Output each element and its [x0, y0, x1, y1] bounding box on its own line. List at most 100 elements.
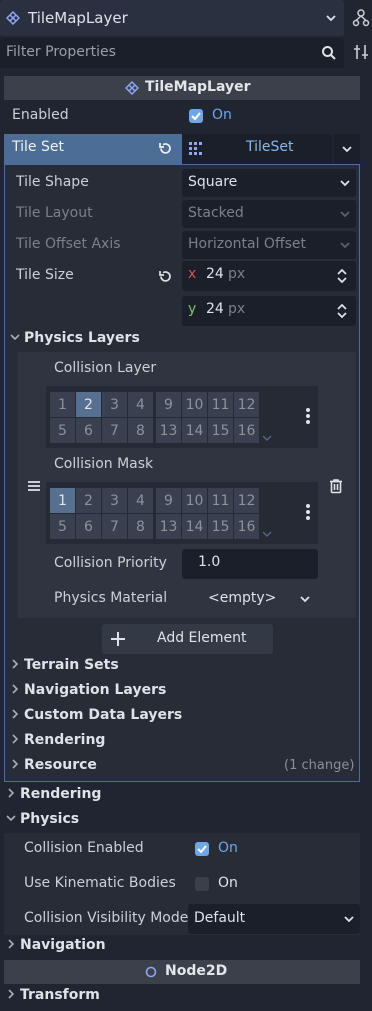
layer-bit[interactable]: 5	[50, 418, 75, 443]
layer-bit[interactable]: 5	[50, 514, 75, 539]
tile-shape-select[interactable]: Square	[182, 169, 356, 197]
layer-bit[interactable]: 4	[128, 488, 153, 513]
enabled-checkbox[interactable]	[189, 109, 203, 123]
chevron-right-icon	[6, 937, 20, 953]
tile-size-y-field[interactable]: y 24 px	[182, 296, 356, 326]
collision-layer-grid-b[interactable]: 9 10 11 12 13 14 15 16	[156, 392, 259, 443]
layer-bit[interactable]: 3	[102, 392, 127, 417]
resource-title: Resource	[24, 757, 97, 773]
terrain-sets-section[interactable]: Terrain Sets	[10, 657, 119, 673]
drag-handle-icon[interactable]	[27, 479, 41, 497]
tile-size-y-value: 24	[206, 301, 224, 317]
tile-size-x-field[interactable]: x 24 px	[182, 261, 356, 291]
tileset-rendering-section[interactable]: Rendering	[10, 732, 105, 748]
navigation-layers-section[interactable]: Navigation Layers	[10, 682, 166, 698]
layer-bit[interactable]: 15	[208, 418, 233, 443]
layer-bit[interactable]: 14	[182, 418, 207, 443]
physics-layers-section[interactable]: Physics Layers	[10, 330, 140, 346]
tile-shape-value: Square	[188, 174, 238, 190]
transform-section[interactable]: Transform	[6, 987, 100, 1003]
tileset-resource-picker[interactable]: TileSet	[182, 134, 332, 164]
layer-bit[interactable]: 8	[128, 514, 153, 539]
layer-bit[interactable]: 11	[208, 488, 233, 513]
terrain-sets-title: Terrain Sets	[24, 657, 119, 673]
add-element-label: Add Element	[157, 630, 247, 646]
layer-bit[interactable]: 1	[50, 392, 75, 417]
delete-icon[interactable]	[328, 478, 344, 498]
tile-size-y-unit: px	[228, 301, 246, 317]
layer-bit[interactable]: 10	[182, 488, 207, 513]
layer-bit[interactable]: 14	[182, 514, 207, 539]
chevron-right-icon	[10, 682, 24, 698]
chevron-right-icon	[6, 786, 20, 802]
collision-mask-grid-a[interactable]: 1234 5678	[50, 488, 153, 539]
tileset-row[interactable]: Tile Set	[4, 134, 182, 164]
collision-priority-field[interactable]: 1.0	[182, 549, 318, 579]
layer-bit[interactable]: 11	[208, 392, 233, 417]
layer-bit[interactable]: 16	[234, 514, 259, 539]
collision-visibility-label: Collision Visibility Mode	[24, 910, 189, 926]
x-axis-label: x	[188, 266, 197, 282]
collision-enabled-checkbox[interactable]	[195, 842, 209, 856]
stepper-icon[interactable]	[336, 302, 348, 324]
layer-bit[interactable]: 2	[76, 488, 101, 513]
collision-layer-grid-a[interactable]: 1234 5678	[50, 392, 153, 443]
layer-bit[interactable]: 13	[156, 514, 181, 539]
tileset-dropdown-button[interactable]	[334, 134, 360, 164]
resource-section[interactable]: Resource	[10, 757, 97, 773]
physics-material-dropdown[interactable]	[292, 584, 318, 614]
layer-bit[interactable]: 9	[156, 488, 181, 513]
use-kinematic-checkbox[interactable]	[195, 877, 209, 891]
layer-bit[interactable]: 16	[234, 418, 259, 443]
more-options-icon[interactable]	[305, 407, 311, 429]
chevron-down-icon	[299, 593, 311, 609]
layer-bit[interactable]: 13	[156, 418, 181, 443]
chevron-down-icon	[339, 239, 351, 255]
tileset-label: Tile Set	[12, 139, 64, 155]
physics-section[interactable]: Physics	[6, 811, 79, 827]
chevron-right-icon	[10, 657, 24, 673]
layer-bit[interactable]: 12	[234, 392, 259, 417]
revert-icon[interactable]	[158, 141, 173, 160]
collision-enabled-label: Collision Enabled	[24, 840, 144, 856]
node-title: TileMapLayer	[28, 9, 128, 27]
tile-size-label: Tile Size	[16, 267, 74, 283]
layer-bit[interactable]: 8	[128, 418, 153, 443]
layer-bit[interactable]: 1	[50, 488, 75, 513]
layer-bit[interactable]: 2	[76, 392, 101, 417]
layer-bit[interactable]: 3	[102, 488, 127, 513]
rendering-section[interactable]: Rendering	[6, 786, 101, 802]
tile-offset-axis-select: Horizontal Offset	[182, 231, 356, 259]
filter-properties-input[interactable]: Filter Properties	[0, 38, 344, 68]
layer-bit[interactable]: 7	[102, 418, 127, 443]
layer-bit[interactable]: 15	[208, 514, 233, 539]
resource-changes-count: (1 change)	[284, 758, 355, 773]
layer-bit[interactable]: 12	[234, 488, 259, 513]
collision-priority-value: 1.0	[198, 554, 221, 570]
layer-bit[interactable]: 9	[156, 392, 181, 417]
filter-placeholder: Filter Properties	[6, 44, 116, 60]
filter-options-icon[interactable]	[353, 44, 369, 64]
node-tree-icon[interactable]	[352, 8, 370, 32]
revert-icon[interactable]	[158, 269, 173, 288]
more-options-icon[interactable]	[305, 503, 311, 525]
stepper-icon[interactable]	[336, 267, 348, 289]
layer-bit[interactable]: 4	[128, 392, 153, 417]
layer-bit[interactable]: 6	[76, 514, 101, 539]
layer-bit[interactable]: 10	[182, 392, 207, 417]
tileset-icon	[188, 141, 204, 161]
navigation-section[interactable]: Navigation	[6, 937, 106, 953]
chevron-down-icon	[343, 913, 355, 929]
layer-bit[interactable]: 7	[102, 514, 127, 539]
collision-mask-grid-b[interactable]: 9 10 11 12 13 14 15 16	[156, 488, 259, 539]
physics-material-picker[interactable]: <empty>	[182, 584, 290, 614]
collision-visibility-select[interactable]: Default	[188, 904, 360, 934]
add-element-button[interactable]: Add Element	[102, 624, 273, 654]
layer-bit[interactable]: 6	[76, 418, 101, 443]
node2d-icon	[145, 966, 157, 982]
tile-layout-select: Stacked	[182, 200, 356, 228]
custom-data-layers-title: Custom Data Layers	[24, 707, 183, 723]
custom-data-layers-section[interactable]: Custom Data Layers	[10, 707, 182, 723]
tilemaplayer-icon	[124, 80, 140, 99]
node-selector[interactable]: TileMapLayer	[0, 0, 344, 36]
